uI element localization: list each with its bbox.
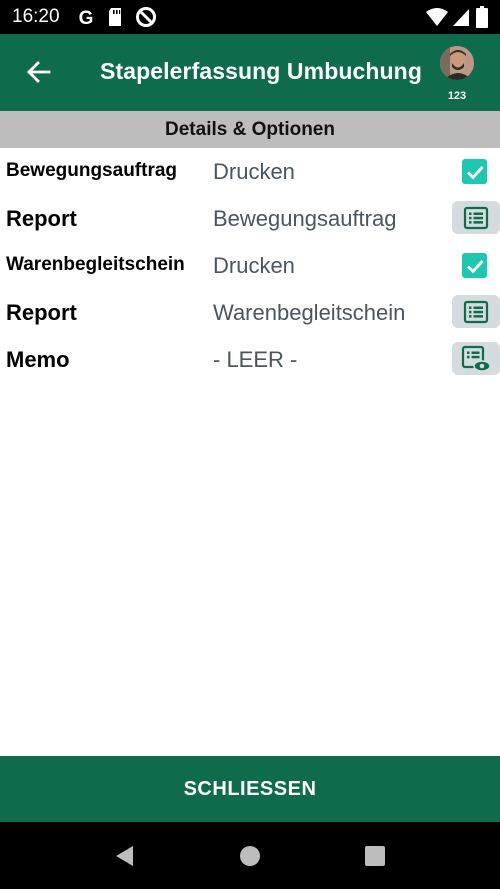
checkmark-icon [466, 165, 484, 180]
section-title: Details & Optionen [165, 118, 335, 140]
select-report-button[interactable] [452, 295, 500, 328]
close-button[interactable]: SCHLIESSEN [0, 756, 500, 822]
wifi-icon [425, 6, 449, 28]
row-value: Drucken [213, 253, 295, 278]
do-not-disturb-icon [135, 6, 157, 28]
row-label: Report [6, 300, 77, 325]
option-row-warenbegleitschein: Warenbegleitschein Drucken [0, 242, 500, 289]
system-navigation-bar [0, 822, 500, 889]
circle-home-icon [240, 846, 260, 866]
battery-icon [474, 6, 490, 28]
avatar [440, 46, 474, 80]
nav-back-button[interactable] [111, 843, 137, 869]
user-avatar-button[interactable]: 123 [436, 42, 478, 104]
user-badge: 123 [447, 90, 467, 102]
row-value: Drucken [213, 159, 295, 184]
row-label: Memo [6, 347, 70, 372]
sd-card-icon [104, 6, 126, 28]
nav-recents-button[interactable] [362, 843, 388, 869]
close-button-label: SCHLIESSEN [183, 777, 317, 800]
back-button[interactable] [18, 54, 58, 90]
list-icon [463, 300, 489, 323]
view-memo-button[interactable] [452, 342, 500, 375]
signal-icon [450, 6, 472, 28]
option-row-report-bewegungsauftrag: Report Bewegungsauftrag [0, 195, 500, 242]
option-row-memo: Memo - LEER - [0, 336, 500, 383]
checkmark-icon [466, 259, 484, 274]
page-title: Stapelerfassung Umbuchung [100, 58, 422, 84]
row-label: Warenbegleitschein [6, 254, 185, 275]
status-bar: 16:20 G [0, 0, 500, 34]
row-value: Bewegungsauftrag [213, 206, 397, 231]
row-label: Report [6, 206, 77, 231]
app-bar: Stapelerfassung Umbuchung 123 [0, 34, 500, 111]
square-recents-icon [365, 846, 385, 866]
list-eye-icon [461, 345, 491, 372]
triangle-back-icon [116, 846, 133, 866]
row-label: Bewegungsauftrag [6, 160, 178, 181]
section-header: Details & Optionen [0, 111, 500, 148]
print-warenbegleitschein-checkbox[interactable] [462, 253, 487, 278]
option-row-bewegungsauftrag: Bewegungsauftrag Drucken [0, 148, 500, 195]
select-report-button[interactable] [452, 201, 500, 234]
status-time: 16:20 [12, 6, 60, 27]
print-bewegungsauftrag-checkbox[interactable] [462, 159, 487, 184]
row-value: Warenbegleitschein [213, 300, 406, 325]
arrow-back-icon [27, 61, 51, 83]
list-icon [463, 206, 489, 229]
svg-text:G: G [79, 8, 94, 27]
google-icon: G [75, 6, 97, 28]
option-row-report-warenbegleitschein: Report Warenbegleitschein [0, 289, 500, 336]
nav-home-button[interactable] [237, 843, 263, 869]
row-value: - LEER - [213, 347, 298, 372]
